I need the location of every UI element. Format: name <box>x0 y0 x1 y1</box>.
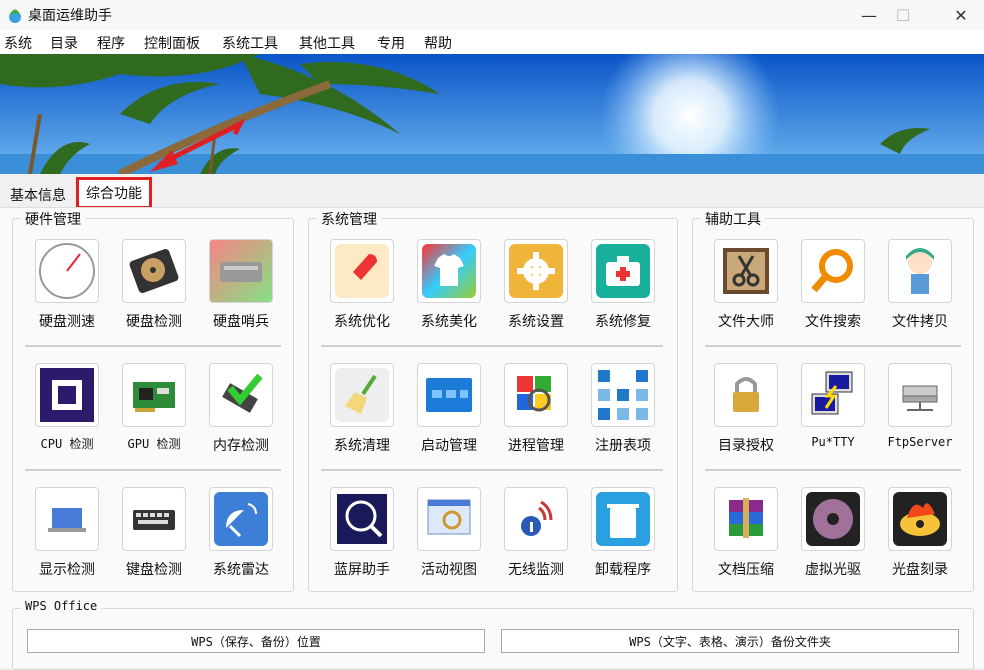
hard-disk-icon <box>122 239 186 303</box>
app-icon <box>9 9 21 23</box>
wps-backup-location-button[interactable]: WPS（保存、备份）位置 <box>27 629 485 653</box>
window-title: 桌面运维助手 <box>28 8 112 24</box>
group-title: WPS Office <box>21 599 102 613</box>
tool-process-manager[interactable]: 进程管理 <box>492 363 580 463</box>
search-icon <box>801 239 865 303</box>
anime-character-icon <box>888 239 952 303</box>
drive-sentinel-icon <box>209 239 273 303</box>
menu-system[interactable]: 系统 <box>4 33 32 53</box>
keyboard-icon <box>122 487 186 551</box>
tool-uninstall[interactable]: 卸载程序 <box>579 487 667 587</box>
lock-icon <box>714 363 778 427</box>
maximize-button[interactable]: ☐ <box>880 0 926 30</box>
menu-directory[interactable]: 目录 <box>50 33 78 53</box>
activity-window-icon <box>417 487 481 551</box>
tool-file-search[interactable]: 文件搜索 <box>789 239 877 339</box>
divider <box>321 469 663 471</box>
t-shirt-icon <box>417 239 481 303</box>
cpu-chip-icon <box>35 363 99 427</box>
title-bar: 桌面运维助手 — ☐ ✕ <box>0 0 984 30</box>
winrar-books-icon <box>714 487 778 551</box>
group-title: 辅助工具 <box>701 209 765 229</box>
rocket-icon <box>330 239 394 303</box>
tab-basic-info[interactable]: 基本信息 <box>10 185 66 205</box>
aux-tools-group: 辅助工具 文件大师 文件搜索 文件拷贝 目录授权 Pu*TTY FtpServe… <box>692 209 974 592</box>
broom-icon <box>330 363 394 427</box>
tool-startup-manager[interactable]: 启动管理 <box>405 363 493 463</box>
tool-file-master[interactable]: 文件大师 <box>702 239 790 339</box>
tool-system-clean[interactable]: 系统清理 <box>318 363 406 463</box>
burning-disc-icon <box>888 487 952 551</box>
wifi-info-icon <box>504 487 568 551</box>
laptop-icon <box>35 487 99 551</box>
bluescreen-magnifier-icon <box>330 487 394 551</box>
tool-system-settings[interactable]: 系统设置 <box>492 239 580 339</box>
divider <box>25 469 281 471</box>
server-icon <box>888 363 952 427</box>
startup-window-icon <box>417 363 481 427</box>
tool-system-optimize[interactable]: 系统优化 <box>318 239 406 339</box>
memory-check-icon <box>209 363 273 427</box>
tool-cpu-check[interactable]: CPU 检测 <box>23 363 111 463</box>
hardware-group: 硬件管理 硬盘测速 硬盘检测 硬盘哨兵 CPU 检测 GPU 检测 内存检测 显… <box>12 209 294 592</box>
tool-putty[interactable]: Pu*TTY <box>789 363 877 463</box>
tool-registry[interactable]: 注册表项 <box>579 363 667 463</box>
menu-special[interactable]: 专用 <box>377 33 405 53</box>
divider <box>321 345 663 347</box>
tool-disk-check[interactable]: 硬盘检测 <box>110 239 198 339</box>
menu-program[interactable]: 程序 <box>97 33 125 53</box>
tool-memory-check[interactable]: 内存检测 <box>197 363 285 463</box>
tool-display-check[interactable]: 显示检测 <box>23 487 111 587</box>
tool-disc-burn[interactable]: 光盘刻录 <box>876 487 964 587</box>
divider <box>705 345 961 347</box>
putty-terminal-icon <box>801 363 865 427</box>
tool-activity-view[interactable]: 活动视图 <box>405 487 493 587</box>
satellite-dish-icon <box>209 487 273 551</box>
tool-wireless-monitor[interactable]: 无线监测 <box>492 487 580 587</box>
disc-icon <box>801 487 865 551</box>
system-group: 系统管理 系统优化 系统美化 系统设置 系统修复 系统清理 启动管理 进程管理 … <box>308 209 678 592</box>
first-aid-kit-icon <box>591 239 655 303</box>
scissors-icon <box>714 239 778 303</box>
tab-strip: 基本信息 综合功能 <box>0 174 984 209</box>
menu-control-panel[interactable]: 控制面板 <box>144 33 200 53</box>
tool-ftp-server[interactable]: FtpServer <box>876 363 964 463</box>
divider <box>705 469 961 471</box>
tool-bluescreen[interactable]: 蓝屏助手 <box>318 487 406 587</box>
group-title: 硬件管理 <box>21 209 85 229</box>
banner-image <box>0 54 984 174</box>
recycle-bin-icon <box>591 487 655 551</box>
speedometer-icon <box>35 239 99 303</box>
menu-bar: 系统 目录 程序 控制面板 系统工具 其他工具 专用 帮助 <box>0 30 984 54</box>
wps-backup-folder-button[interactable]: WPS（文字、表格、演示）备份文件夹 <box>501 629 959 653</box>
windows-magnifier-icon <box>504 363 568 427</box>
wps-office-group: WPS Office WPS（保存、备份）位置 WPS（文字、表格、演示）备份文… <box>12 599 974 670</box>
tool-file-copy[interactable]: 文件拷贝 <box>876 239 964 339</box>
tool-keyboard-check[interactable]: 键盘检测 <box>110 487 198 587</box>
tab-content: 硬件管理 硬盘测速 硬盘检测 硬盘哨兵 CPU 检测 GPU 检测 内存检测 显… <box>0 207 984 670</box>
tool-disk-sentinel[interactable]: 硬盘哨兵 <box>197 239 285 339</box>
gpu-card-icon <box>122 363 186 427</box>
menu-system-tools[interactable]: 系统工具 <box>222 33 278 53</box>
tool-disk-speed[interactable]: 硬盘测速 <box>23 239 111 339</box>
tool-system-repair[interactable]: 系统修复 <box>579 239 667 339</box>
registry-blocks-icon <box>591 363 655 427</box>
group-title: 系统管理 <box>317 209 381 229</box>
menu-help[interactable]: 帮助 <box>424 33 452 53</box>
tab-comprehensive[interactable]: 综合功能 <box>76 177 152 209</box>
tool-gpu-check[interactable]: GPU 检测 <box>110 363 198 463</box>
tool-system-beautify[interactable]: 系统美化 <box>405 239 493 339</box>
close-button[interactable]: ✕ <box>938 0 984 30</box>
tool-archive[interactable]: 文档压缩 <box>702 487 790 587</box>
divider <box>25 345 281 347</box>
tool-system-radar[interactable]: 系统雷达 <box>197 487 285 587</box>
menu-other-tools[interactable]: 其他工具 <box>299 33 355 53</box>
tool-directory-auth[interactable]: 目录授权 <box>702 363 790 463</box>
tool-virtual-drive[interactable]: 虚拟光驱 <box>789 487 877 587</box>
gear-icon <box>504 239 568 303</box>
